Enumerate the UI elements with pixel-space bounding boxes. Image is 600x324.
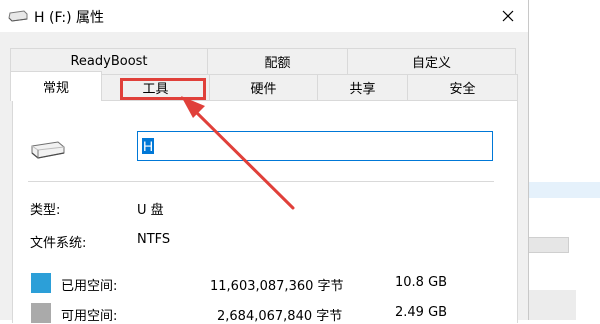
tab-label: 自定义	[411, 56, 451, 71]
filesystem-label: 文件系统:	[30, 236, 87, 251]
background-window-panel	[528, 290, 576, 320]
type-value: U 盘	[137, 203, 164, 218]
free-space-swatch	[31, 303, 51, 323]
tab-label: 硬件	[250, 82, 277, 97]
close-icon	[502, 10, 514, 22]
tab-customize[interactable]: 自定义	[347, 48, 516, 74]
free-space-size: 2.49 GB	[395, 305, 448, 320]
tab-row-bottom: 常规 工具 硬件 共享 安全	[10, 71, 518, 101]
tools-tab-highlight	[120, 78, 206, 100]
filesystem-value: NTFS	[137, 232, 171, 247]
tab-label: 安全	[449, 82, 476, 97]
background-window-bar	[528, 237, 569, 253]
free-space-bytes: 2,684,067,840 字节	[217, 309, 343, 324]
tab-general[interactable]: 常规	[10, 71, 102, 101]
tab-security[interactable]: 安全	[407, 74, 518, 100]
properties-dialog: H (F:) 属性 ReadyBoost 配额 自定义 常规 工具 硬件 共享 …	[0, 0, 529, 324]
tab-label: 配额	[264, 56, 291, 71]
tab-hardware[interactable]: 硬件	[209, 74, 318, 100]
separator	[28, 181, 494, 182]
tab-label: 常规	[42, 81, 69, 96]
used-space-size: 10.8 GB	[395, 275, 448, 290]
close-button[interactable]	[488, 0, 528, 32]
used-space-bytes: 11,603,087,360 字节	[210, 279, 344, 294]
drive-name-text: H	[142, 138, 155, 154]
tab-label: ReadyBoost	[70, 54, 148, 69]
background-window-highlight	[528, 182, 600, 198]
usb-drive-icon	[31, 141, 65, 159]
tab-label: 共享	[349, 82, 376, 97]
type-label: 类型:	[30, 203, 61, 218]
window-title: H (F:) 属性	[34, 10, 105, 26]
used-space-swatch	[31, 273, 51, 293]
free-space-label: 可用空间:	[61, 309, 118, 324]
used-space-label: 已用空间:	[61, 279, 118, 294]
drive-icon	[8, 10, 28, 22]
title-bar[interactable]: H (F:) 属性	[0, 0, 528, 32]
drive-name-input[interactable]: H	[137, 131, 493, 161]
tab-quota[interactable]: 配额	[207, 48, 348, 74]
tab-sharing[interactable]: 共享	[317, 74, 408, 100]
